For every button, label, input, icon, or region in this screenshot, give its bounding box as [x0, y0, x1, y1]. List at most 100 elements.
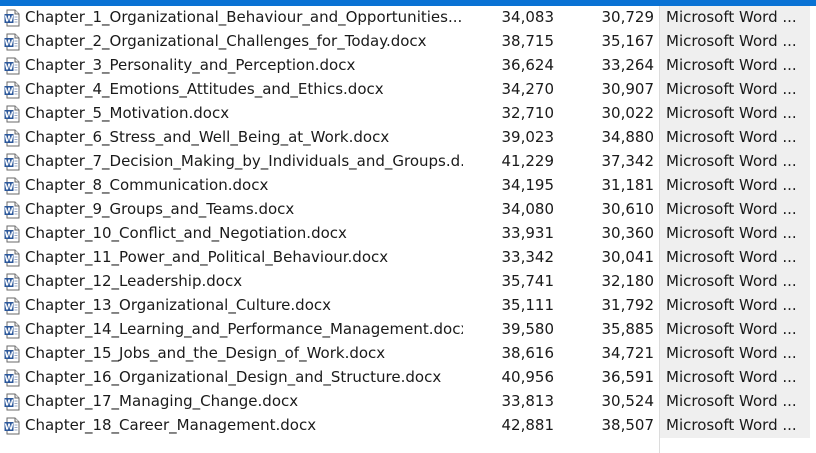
size-column-b: 34,721	[601, 344, 655, 362]
file-row[interactable]: W Chapter_10_Conflict_and_Negotiation.do…	[0, 222, 816, 246]
file-name[interactable]: Chapter_17_Managing_Change.docx	[25, 392, 463, 410]
file-name[interactable]: Chapter_8_Communication.docx	[25, 176, 463, 194]
file-row[interactable]: W Chapter_3_Personality_and_Perception.d…	[0, 54, 816, 78]
size-column-a: 38,616	[501, 344, 555, 362]
word-doc-icon: W	[4, 225, 20, 243]
svg-text:W: W	[5, 39, 14, 48]
size-column-a: 34,083	[501, 8, 555, 26]
size-column-a: 39,023	[501, 128, 555, 146]
file-name[interactable]: Chapter_14_Learning_and_Performance_Mana…	[25, 320, 463, 338]
word-doc-icon: W	[4, 393, 20, 411]
size-column-a: 42,881	[501, 416, 555, 434]
file-row[interactable]: W Chapter_12_Leadership.docx 35,741 32,180…	[0, 270, 816, 294]
file-type: Microsoft Word ...	[666, 176, 797, 194]
file-row[interactable]: W Chapter_13_Organizational_Culture.docx…	[0, 294, 816, 318]
file-name[interactable]: Chapter_3_Personality_and_Perception.doc…	[25, 56, 463, 74]
file-row[interactable]: W Chapter_16_Organizational_Design_and_S…	[0, 366, 816, 390]
word-doc-icon: W	[4, 105, 20, 123]
file-name[interactable]: Chapter_4_Emotions_Attitudes_and_Ethics.…	[25, 80, 463, 98]
file-name[interactable]: Chapter_1_Organizational_Behaviour_and_O…	[25, 8, 463, 26]
svg-text:W: W	[5, 375, 14, 384]
svg-text:W: W	[5, 63, 14, 72]
file-name[interactable]: Chapter_5_Motivation.docx	[25, 104, 463, 122]
file-type: Microsoft Word ...	[666, 272, 797, 290]
svg-text:W: W	[5, 423, 14, 432]
size-column-a: 34,270	[501, 80, 555, 98]
file-type: Microsoft Word ...	[666, 56, 797, 74]
file-name[interactable]: Chapter_15_Jobs_and_the_Design_of_Work.d…	[25, 344, 463, 362]
file-type: Microsoft Word ...	[666, 416, 797, 434]
word-doc-icon: W	[4, 57, 20, 75]
file-name[interactable]: Chapter_11_Power_and_Political_Behaviour…	[25, 248, 463, 266]
word-doc-icon: W	[4, 129, 20, 147]
size-column-a: 32,710	[501, 104, 555, 122]
svg-text:W: W	[5, 15, 14, 24]
size-column-a: 39,580	[501, 320, 555, 338]
svg-text:W: W	[5, 183, 14, 192]
file-row[interactable]: W Chapter_4_Emotions_Attitudes_and_Ethic…	[0, 78, 816, 102]
file-row[interactable]: W Chapter_5_Motivation.docx 32,710 30,022 M…	[0, 102, 816, 126]
size-column-b: 35,167	[601, 32, 655, 50]
size-column-b: 38,507	[601, 416, 655, 434]
file-name[interactable]: Chapter_7_Decision_Making_by_Individuals…	[25, 152, 463, 170]
size-column-a: 35,111	[501, 296, 555, 314]
svg-text:W: W	[5, 255, 14, 264]
size-column-b: 30,360	[601, 224, 655, 242]
file-row[interactable]: W Chapter_18_Career_Management.docx 42,88…	[0, 414, 816, 438]
svg-text:W: W	[5, 231, 14, 240]
size-column-a: 34,195	[501, 176, 555, 194]
file-type: Microsoft Word ...	[666, 296, 797, 314]
file-row[interactable]: W Chapter_14_Learning_and_Performance_Ma…	[0, 318, 816, 342]
size-column-b: 31,181	[601, 176, 655, 194]
file-row[interactable]: W Chapter_17_Managing_Change.docx 33,813 3…	[0, 390, 816, 414]
size-column-b: 30,610	[601, 200, 655, 218]
file-type: Microsoft Word ...	[666, 368, 797, 386]
file-name[interactable]: Chapter_10_Conflict_and_Negotiation.docx	[25, 224, 463, 242]
file-name[interactable]: Chapter_12_Leadership.docx	[25, 272, 463, 290]
size-column-b: 35,885	[601, 320, 655, 338]
file-type: Microsoft Word ...	[666, 152, 797, 170]
word-doc-icon: W	[4, 297, 20, 315]
size-column-a: 36,624	[501, 56, 555, 74]
file-row[interactable]: W Chapter_1_Organizational_Behaviour_and…	[0, 6, 816, 30]
file-name[interactable]: Chapter_6_Stress_and_Well_Being_at_Work.…	[25, 128, 463, 146]
file-type: Microsoft Word ...	[666, 320, 797, 338]
word-doc-icon: W	[4, 417, 20, 435]
svg-text:W: W	[5, 135, 14, 144]
word-doc-icon: W	[4, 153, 20, 171]
size-column-a: 33,931	[501, 224, 555, 242]
file-row[interactable]: W Chapter_11_Power_and_Political_Behavio…	[0, 246, 816, 270]
size-column-b: 36,591	[601, 368, 655, 386]
file-type: Microsoft Word ...	[666, 128, 797, 146]
word-doc-icon: W	[4, 201, 20, 219]
file-row[interactable]: W Chapter_8_Communication.docx 34,195 31,1…	[0, 174, 816, 198]
file-type: Microsoft Word ...	[666, 344, 797, 362]
file-name[interactable]: Chapter_9_Groups_and_Teams.docx	[25, 200, 463, 218]
file-type: Microsoft Word ...	[666, 80, 797, 98]
word-doc-icon: W	[4, 321, 20, 339]
size-column-a: 38,715	[501, 32, 555, 50]
file-row[interactable]: W Chapter_2_Organizational_Challenges_fo…	[0, 30, 816, 54]
svg-text:W: W	[5, 159, 14, 168]
file-row[interactable]: W Chapter_7_Decision_Making_by_Individua…	[0, 150, 816, 174]
word-doc-icon: W	[4, 249, 20, 267]
file-list: W Chapter_1_Organizational_Behaviour_and…	[0, 6, 816, 438]
file-type: Microsoft Word ...	[666, 8, 797, 26]
file-row[interactable]: W Chapter_6_Stress_and_Well_Being_at_Wor…	[0, 126, 816, 150]
svg-text:W: W	[5, 207, 14, 216]
size-column-a: 35,741	[501, 272, 555, 290]
file-type: Microsoft Word ...	[666, 248, 797, 266]
size-column-b: 30,729	[601, 8, 655, 26]
svg-text:W: W	[5, 351, 14, 360]
file-name[interactable]: Chapter_18_Career_Management.docx	[25, 416, 463, 434]
word-doc-icon: W	[4, 345, 20, 363]
file-name[interactable]: Chapter_2_Organizational_Challenges_for_…	[25, 32, 463, 50]
size-column-a: 34,080	[501, 200, 555, 218]
file-name[interactable]: Chapter_13_Organizational_Culture.docx	[25, 296, 463, 314]
file-name[interactable]: Chapter_16_Organizational_Design_and_Str…	[25, 368, 463, 386]
file-row[interactable]: W Chapter_9_Groups_and_Teams.docx 34,080 3…	[0, 198, 816, 222]
svg-text:W: W	[5, 111, 14, 120]
size-column-b: 33,264	[601, 56, 655, 74]
file-type: Microsoft Word ...	[666, 392, 797, 410]
file-row[interactable]: W Chapter_15_Jobs_and_the_Design_of_Work…	[0, 342, 816, 366]
